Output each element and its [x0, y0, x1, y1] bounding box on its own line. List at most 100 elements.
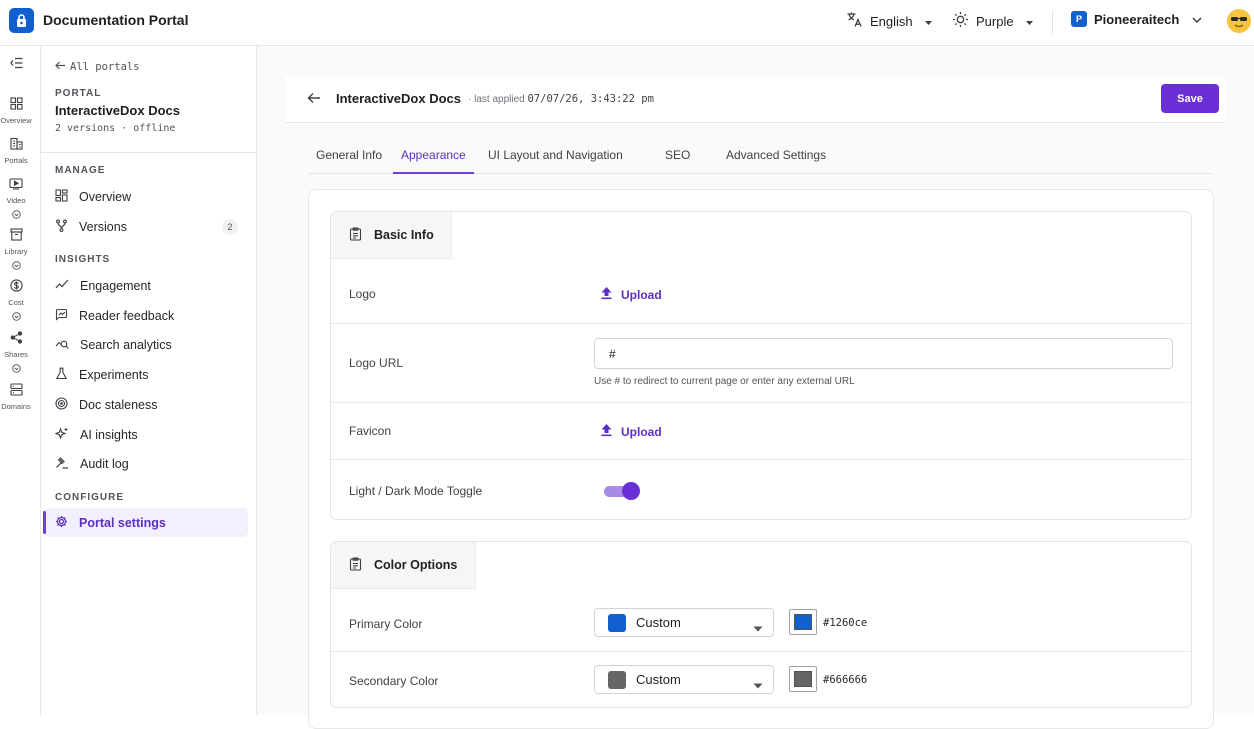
- dollar-icon: [9, 279, 23, 297]
- rail-item-cost[interactable]: Cost: [0, 279, 32, 326]
- save-button[interactable]: Save: [1161, 84, 1219, 113]
- toggle-knob: [622, 482, 640, 500]
- caret-down-icon: [753, 620, 763, 635]
- search-analytics-icon: [55, 337, 69, 353]
- language-selector[interactable]: English: [846, 11, 933, 31]
- nav-item-ai-insights[interactable]: AI insights: [44, 420, 248, 449]
- clipboard-icon: [349, 556, 362, 574]
- org-name: Pioneeraitech: [1094, 11, 1180, 27]
- nav-item-portal-settings[interactable]: Portal settings: [43, 508, 248, 537]
- chevron-down-icon: [924, 14, 933, 29]
- arrow-left-icon: [55, 61, 66, 73]
- logo-upload-button[interactable]: Upload: [600, 286, 662, 303]
- nav-label: Overview: [79, 189, 132, 204]
- sidebar-divider: [41, 152, 256, 153]
- primary-color-label: Primary Color: [349, 617, 423, 631]
- language-label: English: [870, 13, 913, 29]
- rail-item-portals[interactable]: Portals: [0, 137, 32, 165]
- portal-sidebar: All portals PORTAL InteractiveDox Docs 2…: [41, 46, 257, 715]
- tab-advanced-settings[interactable]: Advanced Settings: [718, 139, 834, 174]
- color-swatch: [608, 613, 626, 632]
- card-title: Color Options: [374, 558, 458, 572]
- back-arrow-icon[interactable]: [307, 91, 321, 109]
- tab-ui-layout[interactable]: UI Layout and Navigation: [480, 139, 631, 174]
- rail-item-library[interactable]: Library: [0, 228, 32, 275]
- rail-label: Video: [6, 196, 26, 205]
- upload-label: Upload: [621, 424, 662, 439]
- avatar[interactable]: [1227, 9, 1251, 33]
- nav-item-versions[interactable]: Versions 2: [44, 212, 248, 241]
- grid-icon: [9, 97, 23, 115]
- logo-url-input[interactable]: [594, 338, 1173, 369]
- count-badge: 2: [222, 219, 238, 235]
- video-icon: [9, 177, 23, 195]
- rail-label: Overview: [0, 116, 32, 125]
- nav-item-doc-staleness[interactable]: Doc staleness: [44, 390, 248, 419]
- rail-item-shares[interactable]: Shares: [0, 331, 32, 378]
- topbar-divider: [1052, 10, 1053, 34]
- color-options-card: Color Options Primary Color Custom #1260…: [330, 541, 1192, 708]
- back-link-label: All portals: [70, 61, 140, 73]
- upload-label: Upload: [621, 287, 662, 302]
- archive-icon: [9, 228, 23, 246]
- rail-label: Domains: [1, 402, 31, 411]
- top-bar: Documentation Portal English Purple P Pi…: [0, 0, 1254, 46]
- collapse-toggle[interactable]: [0, 56, 32, 74]
- favicon-upload-button[interactable]: Upload: [600, 423, 662, 440]
- theme-toggle-label: Light / Dark Mode Toggle: [349, 484, 483, 498]
- favicon-row: Favicon Upload: [331, 402, 1191, 459]
- rail-item-overview[interactable]: Overview: [0, 97, 32, 125]
- trend-icon: [55, 278, 69, 293]
- primary-color-picker[interactable]: [789, 609, 817, 635]
- color-fill: [794, 614, 812, 630]
- rail-label: Cost: [8, 298, 24, 307]
- nav-item-engagement[interactable]: Engagement: [44, 271, 248, 300]
- main-content: InteractiveDox Docs · last applied 07/07…: [257, 46, 1254, 729]
- theme-label: Purple: [976, 13, 1014, 29]
- logo-url-row: Logo URL Use # to redirect to current pa…: [331, 323, 1191, 402]
- app-logo-icon[interactable]: [9, 8, 34, 33]
- translate-icon: [846, 11, 863, 31]
- color-fill: [794, 671, 812, 687]
- logo-url-label: Logo URL: [349, 356, 404, 370]
- nav-label: Reader feedback: [79, 308, 175, 323]
- rail-item-video[interactable]: Video: [0, 177, 32, 224]
- tab-general-info[interactable]: General Info: [308, 139, 390, 174]
- icon-rail: Overview Portals Video Library Cost Shar…: [0, 46, 41, 715]
- page-title: InteractiveDox Docs: [336, 91, 461, 106]
- secondary-color-row: Secondary Color Custom #666666: [331, 651, 1191, 707]
- rail-label: Portals: [4, 156, 28, 165]
- building-icon: [9, 137, 23, 155]
- rail-label: Library: [4, 247, 28, 256]
- portal-kicker: PORTAL: [55, 88, 102, 99]
- org-switcher[interactable]: P Pioneeraitech: [1071, 11, 1202, 27]
- nav-item-reader-feedback[interactable]: Reader feedback: [44, 301, 248, 330]
- insights-heading: INSIGHTS: [55, 254, 111, 265]
- sun-icon: [952, 11, 969, 31]
- gavel-icon: [55, 456, 69, 472]
- dark-mode-toggle[interactable]: [604, 482, 640, 500]
- branch-icon: [55, 219, 68, 235]
- menu-collapse-icon: [9, 56, 23, 74]
- configure-heading: CONFIGURE: [55, 492, 124, 503]
- secondary-color-select[interactable]: Custom: [594, 665, 774, 694]
- nav-item-audit-log[interactable]: Audit log: [44, 449, 248, 478]
- nav-item-overview[interactable]: Overview: [44, 182, 248, 211]
- back-to-portals-link[interactable]: All portals: [55, 61, 140, 73]
- gear-icon: [55, 515, 68, 531]
- secondary-color-picker[interactable]: [789, 666, 817, 692]
- chevron-circle-icon: [11, 360, 21, 378]
- nav-label: Search analytics: [80, 337, 172, 352]
- nav-item-experiments[interactable]: Experiments: [44, 360, 248, 389]
- primary-color-select[interactable]: Custom: [594, 608, 774, 637]
- color-swatch: [608, 670, 626, 689]
- tab-appearance[interactable]: Appearance: [393, 139, 474, 174]
- secondary-color-label: Secondary Color: [349, 674, 439, 688]
- tab-seo[interactable]: SEO: [657, 139, 698, 174]
- nav-item-search-analytics[interactable]: Search analytics: [44, 330, 248, 359]
- theme-selector[interactable]: Purple: [952, 11, 1034, 31]
- feedback-icon: [55, 308, 68, 324]
- rail-item-domains[interactable]: Domains: [0, 383, 32, 411]
- portal-meta: 2 versions · offline: [55, 123, 176, 134]
- basic-info-card: Basic Info Logo Upload Logo URL Use # to…: [330, 211, 1192, 520]
